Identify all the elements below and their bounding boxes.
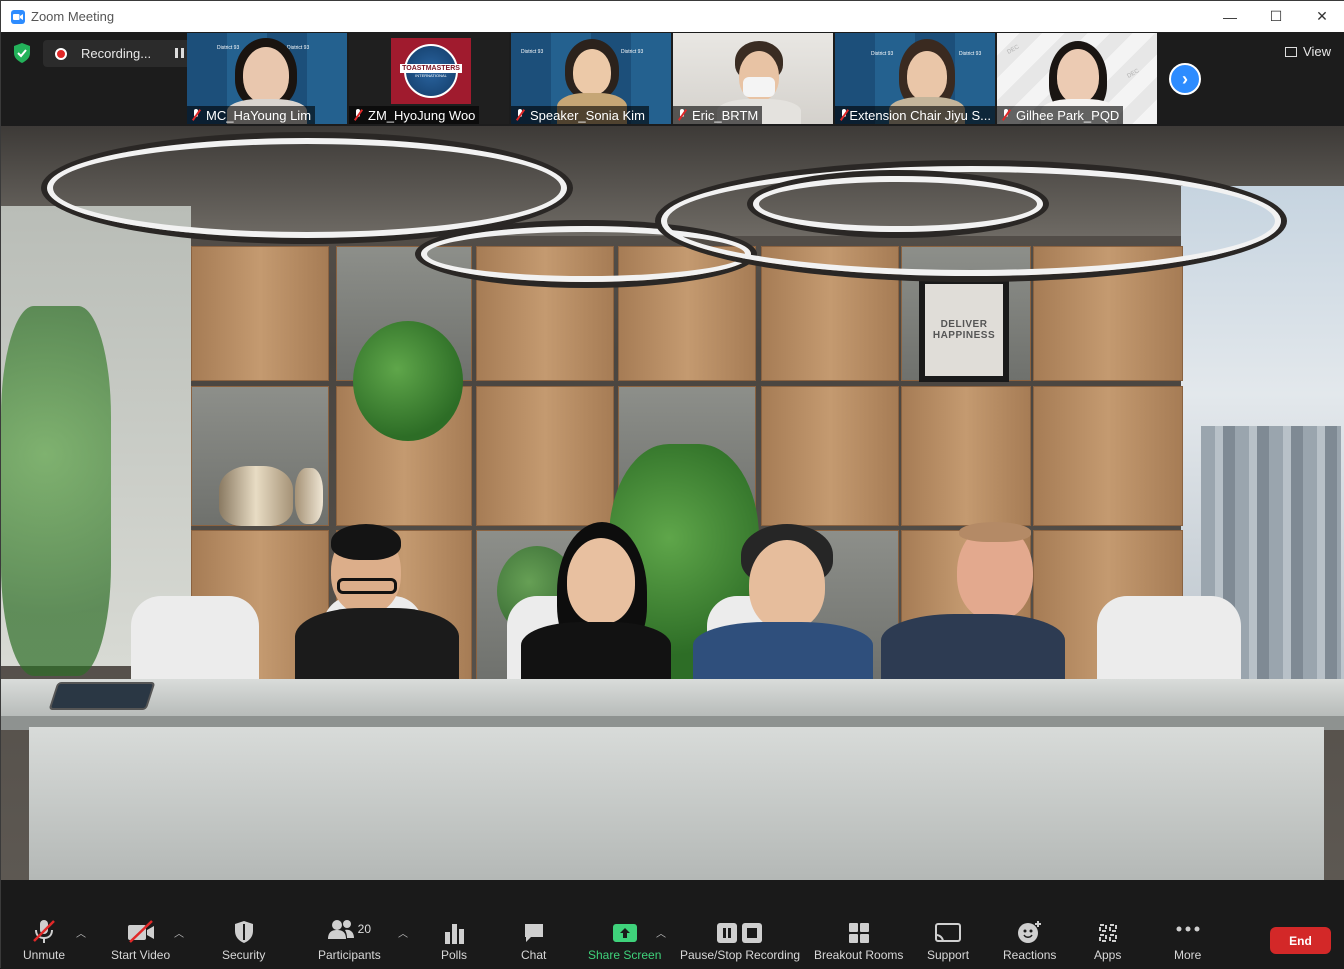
thumbnail-list: District 93 District 93 MC_HaYoung Lim T…: [187, 33, 1157, 124]
security-button[interactable]: Security: [222, 914, 265, 962]
more-dots-icon: [1176, 926, 1200, 932]
district-label: District 93: [621, 49, 644, 55]
muted-mic-icon: [353, 109, 363, 121]
toastmasters-logo-text: TOASTMASTERS: [400, 64, 462, 73]
end-meeting-button[interactable]: End: [1270, 927, 1331, 954]
share-screen-button[interactable]: Share Screen: [588, 914, 661, 962]
pause-stop-recording-icon: [717, 923, 763, 943]
support-cast-icon: [935, 923, 962, 943]
participant-thumbnail[interactable]: District 93 District 93 Extension Chair …: [835, 33, 995, 124]
more-button[interactable]: More: [1174, 914, 1201, 962]
window-controls: — ☐ ✕: [1207, 1, 1344, 32]
district-label: District 93: [521, 49, 544, 55]
zoom-window: Zoom Meeting — ☐ ✕ Recording... District…: [0, 0, 1344, 969]
participant-thumbnail[interactable]: DEC DEC Gilhee Park_PQD: [997, 33, 1157, 124]
main-video: DELIVER HAPPINESS: [1, 126, 1344, 880]
recording-label: Recording...: [81, 46, 152, 61]
muted-mic-icon: [515, 109, 525, 121]
title-bar: Zoom Meeting — ☐ ✕: [1, 1, 1344, 32]
support-button[interactable]: Support: [927, 914, 969, 962]
participants-button[interactable]: 20 Participants: [318, 914, 381, 962]
breakout-rooms-icon: [848, 923, 869, 943]
muted-mic-icon: [191, 109, 201, 121]
muted-mic-icon: [839, 109, 847, 121]
polls-icon: [445, 924, 464, 944]
participants-caret-icon[interactable]: ︿: [398, 925, 408, 940]
next-page-arrow-icon[interactable]: ›: [1169, 63, 1201, 95]
district-label: District 93: [287, 45, 310, 51]
participant-thumbnail[interactable]: District 93 District 93 Speaker_Sonia Ki…: [511, 33, 671, 124]
participant-strip: Recording... District 93 District 93 MC_…: [1, 32, 1344, 126]
thumbnail-name: Eric_BRTM: [673, 106, 763, 124]
muted-mic-icon: [677, 109, 687, 121]
participant-thumbnail[interactable]: Eric_BRTM: [673, 33, 833, 124]
thumbnail-name: Extension Chair Jiyu S...: [835, 106, 995, 124]
reactions-button[interactable]: Reactions: [1003, 914, 1056, 962]
chat-bubble-icon: [524, 924, 543, 942]
participants-icon: [327, 920, 354, 939]
maximize-button[interactable]: ☐: [1253, 1, 1299, 32]
zoom-app-icon: [11, 9, 25, 24]
security-shield-icon[interactable]: [13, 43, 31, 63]
minimize-button[interactable]: —: [1207, 1, 1253, 32]
pause-recording-icon[interactable]: [175, 48, 185, 59]
view-button[interactable]: View: [1285, 44, 1331, 59]
recording-dot-icon: [55, 47, 67, 60]
video-off-icon: [127, 920, 154, 943]
participant-thumbnail[interactable]: TOASTMASTERS INTERNATIONAL ZM_HyoJung Wo…: [349, 33, 509, 124]
toastmasters-logo-subtext: INTERNATIONAL: [415, 73, 447, 78]
thumbnail-name: Speaker_Sonia Kim: [511, 106, 649, 124]
share-screen-icon: [612, 924, 637, 942]
reactions-emoji-icon: [1017, 921, 1041, 943]
window-title: Zoom Meeting: [31, 9, 115, 24]
pause-stop-recording-button[interactable]: Pause/Stop Recording: [680, 914, 800, 962]
meeting-toolbar: Unmute ︿ Start Video ︿ Security 20 Parti…: [1, 880, 1344, 969]
polls-button[interactable]: Polls: [441, 914, 467, 962]
start-video-button[interactable]: Start Video: [111, 914, 170, 962]
thumbnail-name: ZM_HyoJung Woo: [349, 106, 480, 124]
breakout-rooms-button[interactable]: Breakout Rooms: [814, 914, 903, 962]
thumbnail-name: Gilhee Park_PQD: [997, 106, 1124, 124]
close-button[interactable]: ✕: [1299, 1, 1344, 32]
muted-microphone-icon: [33, 920, 55, 943]
video-options-caret-icon[interactable]: ︿: [174, 925, 184, 940]
view-grid-icon: [1285, 46, 1298, 57]
chat-button[interactable]: Chat: [521, 914, 546, 962]
muted-mic-icon: [1001, 109, 1011, 121]
participant-thumbnail[interactable]: District 93 District 93 MC_HaYoung Lim: [187, 33, 347, 124]
participants-count: 20: [357, 922, 372, 936]
unmute-button[interactable]: Unmute: [23, 914, 65, 962]
district-label: District 93: [871, 51, 894, 57]
apps-button[interactable]: Apps: [1094, 914, 1121, 962]
security-shield-icon: [234, 921, 253, 943]
district-label: District 93: [217, 45, 240, 51]
share-options-caret-icon[interactable]: ︿: [656, 925, 666, 940]
deliver-happiness-poster: DELIVER HAPPINESS: [919, 278, 1009, 382]
table-tablet: [48, 682, 156, 710]
thumbnail-name: MC_HaYoung Lim: [187, 106, 316, 124]
audio-options-caret-icon[interactable]: ︿: [76, 925, 86, 940]
apps-icon: [1098, 924, 1117, 942]
district-label: District 93: [959, 51, 982, 57]
